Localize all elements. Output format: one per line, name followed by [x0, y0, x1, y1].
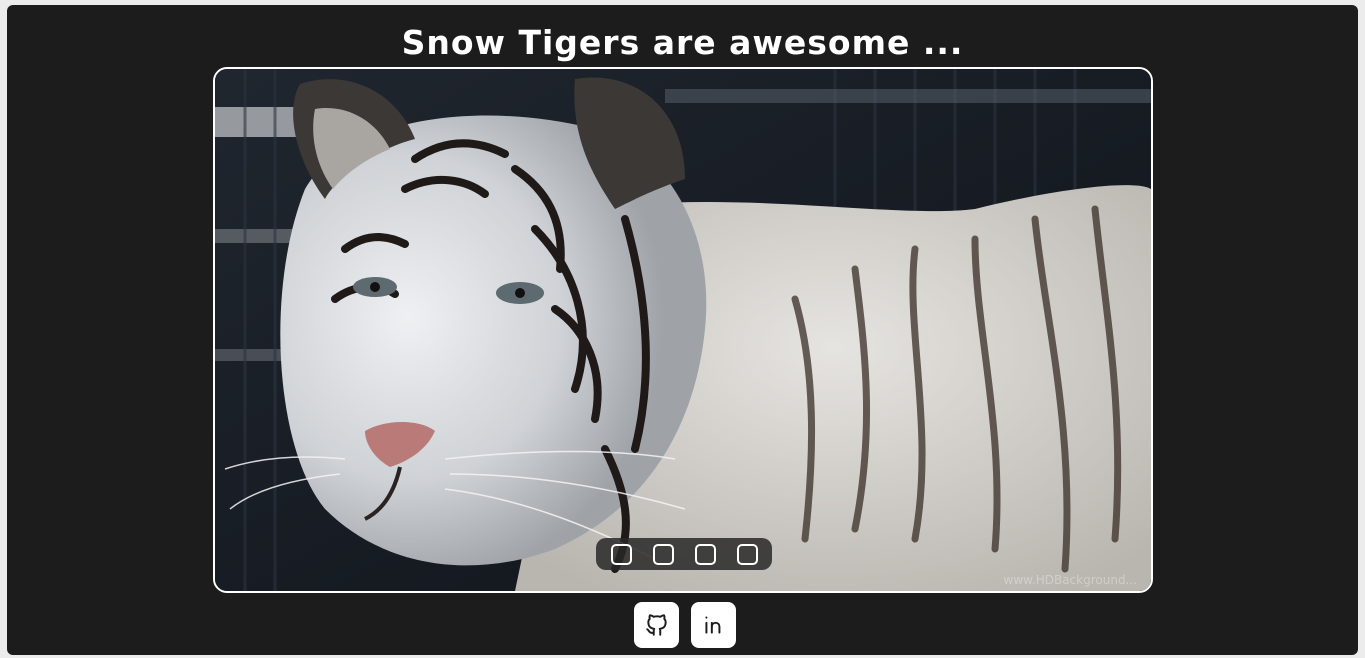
carousel-dot-4[interactable] [736, 543, 758, 565]
carousel-indicators [596, 538, 772, 570]
linkedin-icon [704, 616, 720, 634]
tiger-photo [215, 69, 1151, 591]
carousel-dot-2[interactable] [652, 543, 674, 565]
page-title: Snow Tigers are awesome ... [401, 23, 964, 62]
social-links [634, 602, 736, 648]
carousel-dot-1[interactable] [610, 543, 632, 565]
image-watermark: www.HDBackground... [1003, 573, 1137, 587]
main-container: Snow Tigers are awesome ... www.HDBackgr… [7, 5, 1358, 655]
linkedin-link[interactable] [691, 602, 736, 648]
github-link[interactable] [634, 602, 679, 648]
image-carousel: www.HDBackground... [213, 67, 1153, 593]
carousel-dot-3[interactable] [694, 543, 716, 565]
github-icon [645, 614, 667, 636]
